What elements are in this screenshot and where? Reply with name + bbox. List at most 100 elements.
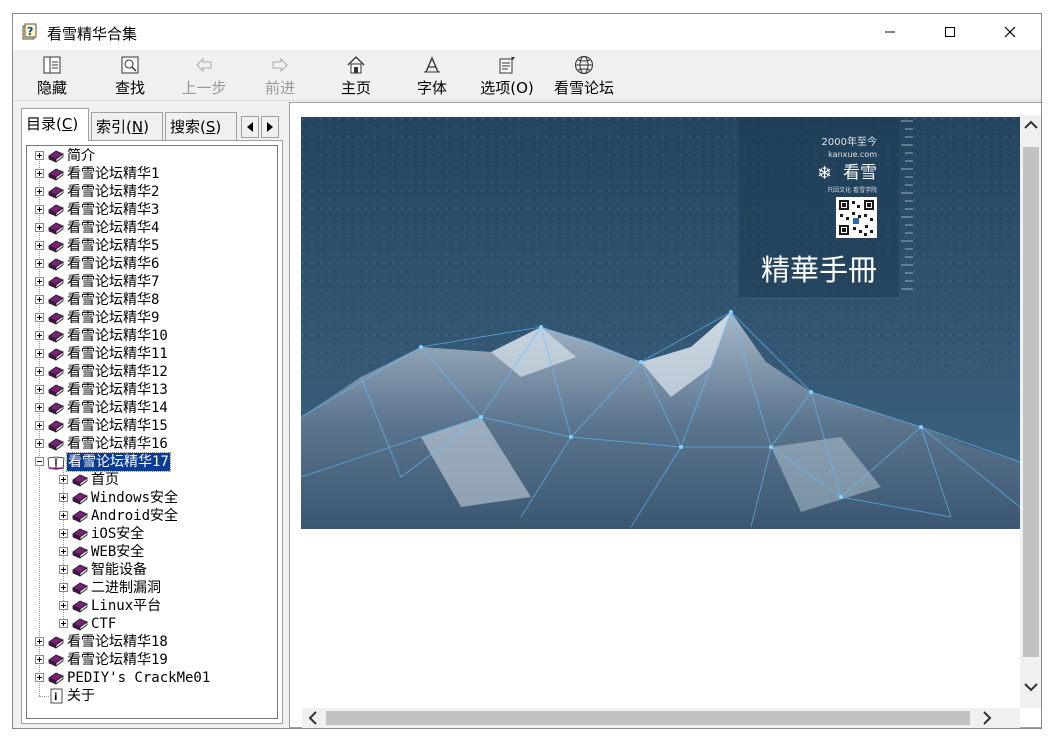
expand-icon[interactable]	[59, 619, 68, 628]
kanxue-forum-button[interactable]: 看雪论坛	[550, 52, 618, 98]
tree-item[interactable]: 看雪论坛精华14	[27, 399, 277, 417]
banner-slogan-text: 只因文化 看雪学院	[827, 186, 877, 194]
expand-icon[interactable]	[59, 601, 68, 610]
expand-icon[interactable]	[35, 331, 44, 340]
tree-item[interactable]: 看雪论坛精华7	[27, 273, 277, 291]
font-button[interactable]: 字体	[411, 52, 453, 98]
tree-subitem[interactable]: iOS安全	[27, 525, 277, 543]
vertical-scroll-thumb[interactable]	[1023, 147, 1039, 657]
expand-icon[interactable]	[59, 583, 68, 592]
font-button-label: 字体	[416, 79, 447, 97]
scroll-up-button[interactable]	[1020, 115, 1041, 135]
tab-index[interactable]: 索引(N)	[91, 112, 163, 140]
tree-item-label: 看雪论坛精华17	[66, 452, 171, 472]
expand-icon[interactable]	[35, 385, 44, 394]
kanxue-forum-button-label: 看雪论坛	[553, 79, 614, 97]
expand-icon[interactable]	[35, 367, 44, 376]
tree-item[interactable]: 看雪论坛精华18	[27, 633, 277, 651]
expand-icon[interactable]	[59, 565, 68, 574]
horizontal-scrollbar[interactable]	[302, 708, 1020, 728]
tree-subitem[interactable]: 二进制漏洞	[27, 579, 277, 597]
expand-icon[interactable]	[35, 223, 44, 232]
tree-item[interactable]: 看雪论坛精华4	[27, 219, 277, 237]
expand-icon[interactable]	[35, 295, 44, 304]
tree-subitem[interactable]: 首页	[27, 471, 277, 489]
tree-item-label: iOS安全	[91, 526, 145, 542]
expand-icon[interactable]	[35, 151, 44, 160]
content-frame: 2000年至今 kanxue.com ❄ 看雪 只因文化 看雪学院 精華手冊	[289, 102, 1041, 728]
tree-item-label: 看雪论坛精华3	[67, 202, 160, 218]
options-button[interactable]: 选项(O)	[477, 52, 537, 98]
tree-item-label: 看雪论坛精华9	[67, 310, 160, 326]
tree-item[interactable]: 看雪论坛精华6	[27, 255, 277, 273]
tree-item[interactable]: 看雪论坛精华10	[27, 327, 277, 345]
expand-icon[interactable]	[35, 241, 44, 250]
closed-book-icon	[48, 240, 64, 253]
tree-item[interactable]: 看雪论坛精华13	[27, 381, 277, 399]
expand-icon[interactable]	[59, 475, 68, 484]
expand-icon[interactable]	[35, 403, 44, 412]
minimize-button[interactable]	[867, 14, 913, 50]
expand-icon[interactable]	[59, 511, 68, 520]
expand-icon[interactable]	[59, 493, 68, 502]
find-button[interactable]: 查找	[109, 52, 151, 98]
scroll-right-button[interactable]	[976, 708, 998, 728]
tree-subitem[interactable]: Linux平台	[27, 597, 277, 615]
expand-icon[interactable]	[35, 673, 44, 682]
close-button[interactable]	[987, 14, 1033, 50]
expand-icon[interactable]	[35, 187, 44, 196]
tab-scroll-left-button[interactable]	[241, 116, 259, 138]
expand-icon[interactable]	[35, 655, 44, 664]
tree-subitem[interactable]: Windows安全	[27, 489, 277, 507]
tree-item[interactable]: PEDIY's CrackMe01	[27, 669, 277, 687]
expand-icon[interactable]	[35, 637, 44, 646]
expand-icon[interactable]	[35, 349, 44, 358]
hide-button[interactable]: 隐藏	[31, 52, 73, 98]
tab-contents[interactable]: 目录(C)	[21, 108, 89, 141]
expand-icon[interactable]	[35, 259, 44, 268]
forward-button[interactable]: 前进	[259, 52, 301, 98]
tree-item[interactable]: 看雪论坛精华1	[27, 165, 277, 183]
expand-icon[interactable]	[35, 277, 44, 286]
banner-domain-text: kanxue.com	[828, 150, 877, 159]
tree-item-label: 看雪论坛精华1	[67, 166, 160, 182]
tab-search[interactable]: 搜索(S)	[165, 112, 237, 140]
closed-book-icon	[72, 582, 88, 595]
maximize-button[interactable]	[927, 14, 973, 50]
tree-item[interactable]: 看雪论坛精华3	[27, 201, 277, 219]
tree-item[interactable]: 看雪论坛精华15	[27, 417, 277, 435]
expand-icon[interactable]	[59, 547, 68, 556]
tree-item[interactable]: 看雪论坛精华5	[27, 237, 277, 255]
home-button[interactable]: 主页	[335, 52, 377, 98]
tab-scroll-right-button[interactable]	[261, 116, 279, 138]
expand-icon[interactable]	[59, 529, 68, 538]
expand-icon[interactable]	[35, 205, 44, 214]
tree-item[interactable]: 简介	[27, 147, 277, 165]
tree-item[interactable]: 看雪论坛精华9	[27, 309, 277, 327]
expand-icon[interactable]	[35, 313, 44, 322]
expand-icon[interactable]	[35, 421, 44, 430]
scroll-left-button[interactable]	[302, 708, 324, 728]
horizontal-scroll-thumb[interactable]	[326, 711, 970, 725]
vertical-scrollbar[interactable]	[1020, 115, 1041, 708]
home-icon	[347, 56, 365, 74]
tree-subitem[interactable]: CTF	[27, 615, 277, 633]
back-button[interactable]: 上一步	[179, 52, 229, 98]
tree-item[interactable]: 看雪论坛精华16	[27, 435, 277, 453]
tree-item-label: 看雪论坛精华2	[67, 184, 160, 200]
tree-item[interactable]: 看雪论坛精华19	[27, 651, 277, 669]
tree-subitem[interactable]: 智能设备	[27, 561, 277, 579]
tree-subitem[interactable]: Android安全	[27, 507, 277, 525]
expand-icon[interactable]	[35, 169, 44, 178]
collapse-icon[interactable]	[35, 457, 44, 466]
closed-book-icon	[48, 150, 64, 163]
expand-icon[interactable]	[35, 439, 44, 448]
tree-item[interactable]: 看雪论坛精华8	[27, 291, 277, 309]
scroll-down-button[interactable]	[1020, 677, 1041, 697]
tree-item[interactable]: 看雪论坛精华2	[27, 183, 277, 201]
tree-subitem[interactable]: WEB安全	[27, 543, 277, 561]
tree-item[interactable]: i 关于	[27, 687, 277, 705]
tree-item[interactable]: 看雪论坛精华17	[27, 452, 277, 472]
tree-item[interactable]: 看雪论坛精华12	[27, 363, 277, 381]
tree-item[interactable]: 看雪论坛精华11	[27, 345, 277, 363]
